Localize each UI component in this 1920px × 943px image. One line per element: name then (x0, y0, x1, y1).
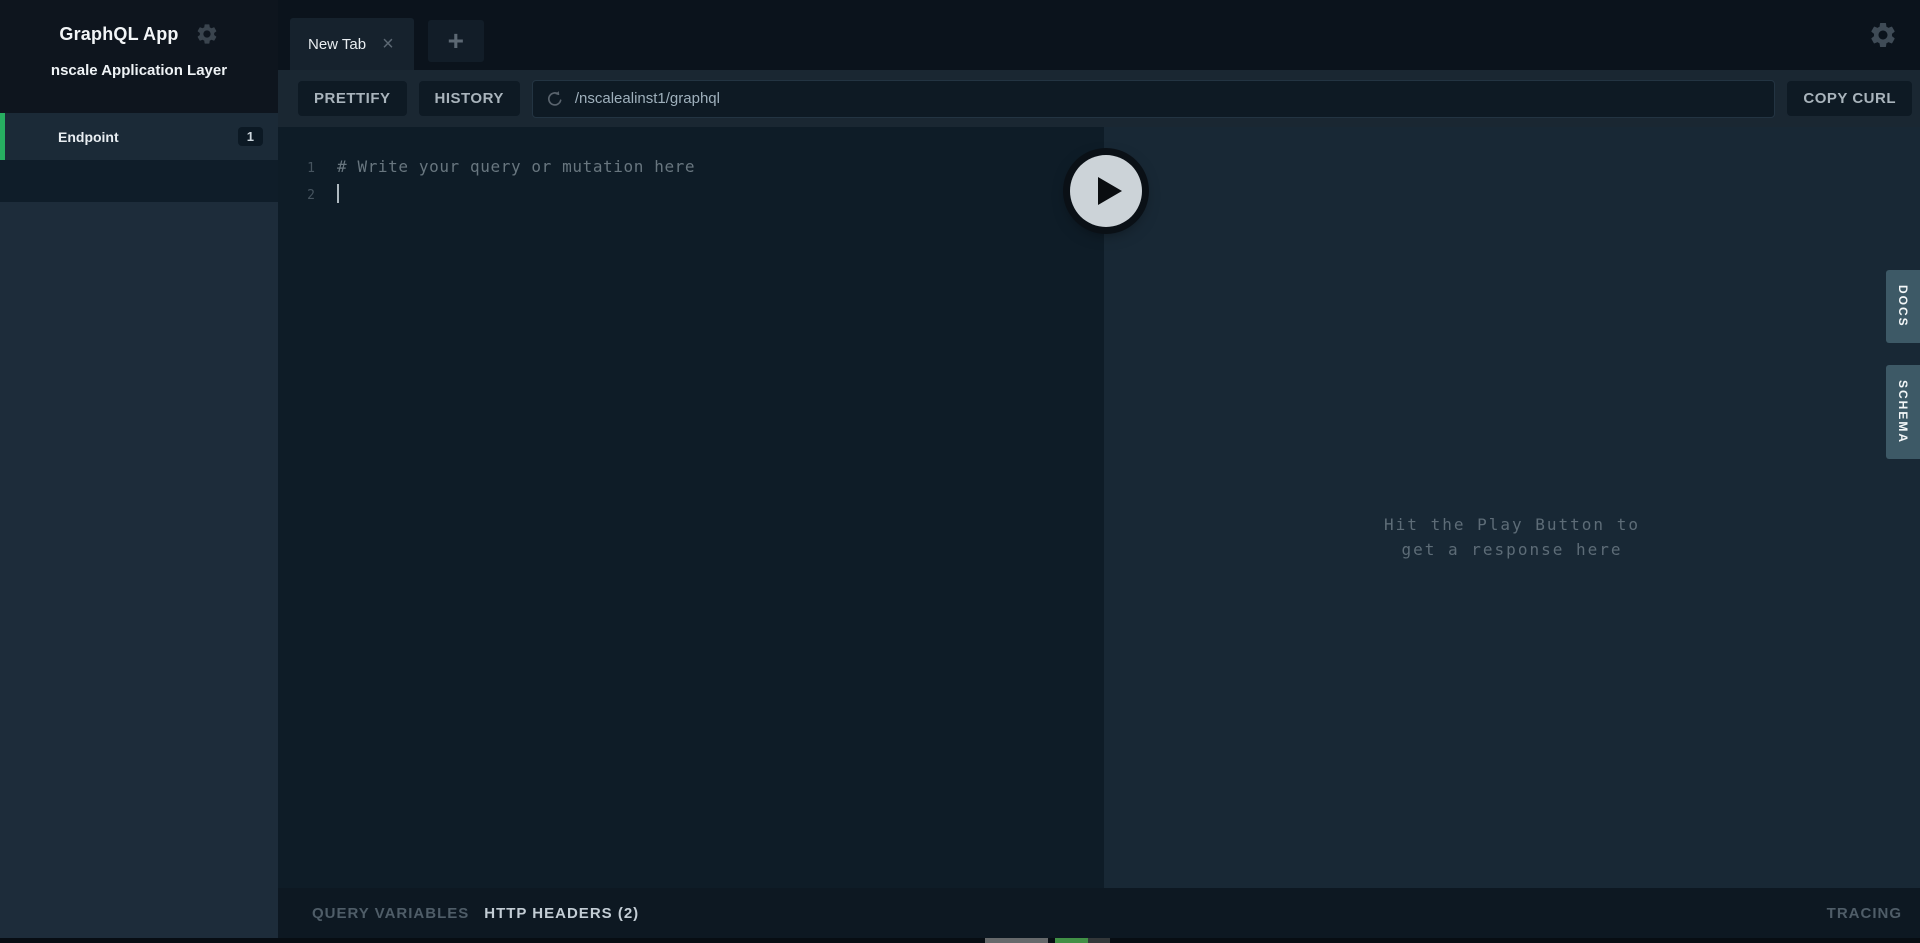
response-panel: Hit the Play Button to get a response he… (1104, 127, 1920, 888)
workspace-subtitle: nscale Application Layer (51, 62, 227, 79)
response-hint-line-2: get a response here (1104, 537, 1920, 562)
sidebar-empty-row (0, 160, 278, 202)
close-tab-icon[interactable]: × (382, 34, 394, 54)
tab-schema[interactable]: SCHEMA (1886, 365, 1920, 459)
taskbar-segment-green (1055, 938, 1088, 943)
tab-label: New Tab (308, 36, 366, 53)
reload-endpoint-icon[interactable] (545, 89, 565, 109)
app-title: GraphQL App (59, 24, 178, 45)
editor-comment-text: # Write your query or mutation here (315, 157, 695, 176)
text-cursor (337, 184, 339, 203)
line-number: 2 (278, 188, 315, 203)
taskbar-sliver (0, 938, 1920, 943)
sidebar: GraphQL App nscale Application Layer End… (0, 0, 278, 938)
editor-cursor-cell (315, 184, 339, 203)
sidebar-item-endpoint[interactable]: Endpoint 1 (0, 113, 278, 160)
endpoint-url-text: /nscalealinst1/graphql (575, 90, 720, 107)
tab-bar: New Tab × + (278, 0, 1920, 70)
editor-line-1: 1 # Write your query or mutation here (278, 157, 1104, 184)
tab-http-headers[interactable]: HTTP HEADERS (2) (484, 905, 639, 922)
workspace-content: 1 # Write your query or mutation here 2 … (278, 127, 1920, 888)
line-number: 1 (278, 161, 315, 176)
sidebar-header: GraphQL App nscale Application Layer (0, 0, 278, 113)
settings-gear-icon[interactable] (1868, 20, 1898, 50)
main-panel: New Tab × + PRETTIFY HISTORY /nscalealin… (278, 0, 1920, 938)
response-hint: Hit the Play Button to get a response he… (1104, 512, 1920, 562)
history-button[interactable]: HISTORY (419, 81, 520, 116)
tab-tracing[interactable]: TRACING (1827, 905, 1902, 922)
endpoint-url-input[interactable]: /nscalealinst1/graphql (532, 80, 1776, 118)
endpoint-label: Endpoint (58, 129, 119, 145)
bottom-bar: QUERY VARIABLES HTTP HEADERS (2) TRACING (278, 888, 1920, 938)
endpoint-count-badge: 1 (238, 127, 263, 146)
response-hint-line-1: Hit the Play Button to (1104, 512, 1920, 537)
taskbar-segment-dark (1088, 938, 1110, 943)
tab-new-tab[interactable]: New Tab × (290, 18, 414, 70)
editor-line-2: 2 (278, 184, 1104, 211)
prettify-button[interactable]: PRETTIFY (298, 81, 407, 116)
sidebar-title-row: GraphQL App (59, 22, 218, 46)
sidebar-gear-icon[interactable] (195, 22, 219, 46)
execute-query-button[interactable] (1070, 155, 1142, 227)
tab-query-variables[interactable]: QUERY VARIABLES (312, 905, 469, 922)
query-editor[interactable]: 1 # Write your query or mutation here 2 (278, 127, 1104, 888)
add-tab-button[interactable]: + (428, 20, 484, 62)
sidebar-body (0, 202, 278, 938)
toolbar: PRETTIFY HISTORY /nscalealinst1/graphql … (278, 70, 1920, 127)
taskbar-segment-gray (985, 938, 1048, 943)
copy-curl-button[interactable]: COPY CURL (1787, 81, 1912, 116)
play-icon (1098, 177, 1122, 205)
tab-docs[interactable]: DOCS (1886, 270, 1920, 343)
graphql-playground-app: GraphQL App nscale Application Layer End… (0, 0, 1920, 943)
